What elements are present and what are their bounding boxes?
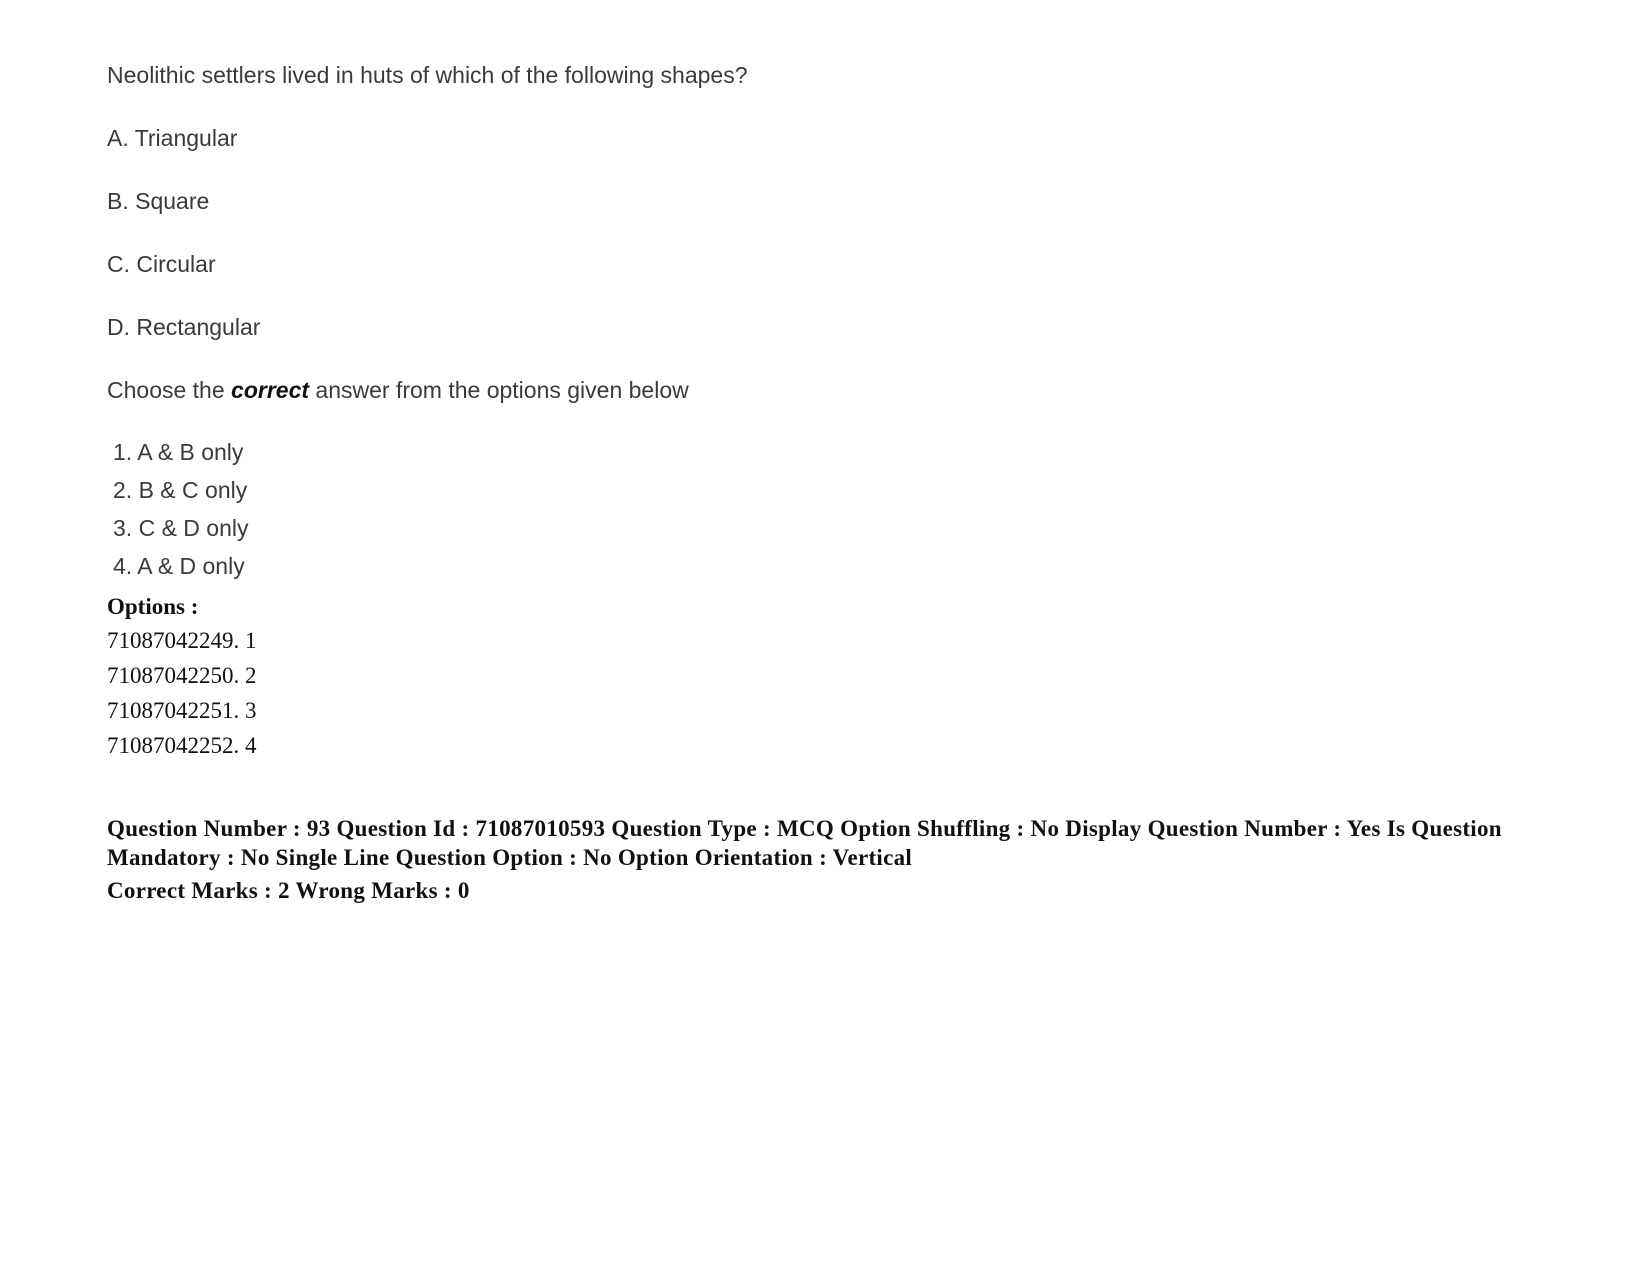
- choice-list: 1. A & B only 2. B & C only 3. C & D onl…: [113, 433, 249, 585]
- question-stem: Neolithic settlers lived in huts of whic…: [107, 62, 748, 88]
- metadata-line: Question Number : 93 Question Id : 71087…: [107, 816, 1502, 870]
- option-id-item: 71087042249. 1: [107, 628, 257, 653]
- instruction-prefix: Choose the: [107, 377, 232, 403]
- statement-a: A. Triangular: [107, 125, 238, 151]
- option-id-item: 71087042250. 2: [107, 663, 257, 688]
- instruction-emphasis: correct: [231, 377, 310, 403]
- marks-line: Correct Marks : 2 Wrong Marks : 0: [107, 878, 470, 903]
- instruction-suffix: answer from the options given below: [309, 377, 689, 403]
- options-heading: Options :: [107, 594, 199, 619]
- choice-item: 4. A & D only: [113, 553, 245, 579]
- question-metadata: Question Number : 93 Question Id : 71087…: [107, 814, 1557, 905]
- statement-b: B. Square: [107, 188, 210, 214]
- choice-item: 2. B & C only: [113, 477, 248, 503]
- instruction: Choose the correct answer from the optio…: [107, 377, 689, 404]
- option-id-item: 71087042252. 4: [107, 733, 257, 758]
- option-id-item: 71087042251. 3: [107, 698, 257, 723]
- choice-item: 3. C & D only: [113, 515, 249, 541]
- choice-item: 1. A & B only: [113, 439, 244, 465]
- statement-d: D. Rectangular: [107, 314, 261, 340]
- statement-c: C. Circular: [107, 251, 216, 277]
